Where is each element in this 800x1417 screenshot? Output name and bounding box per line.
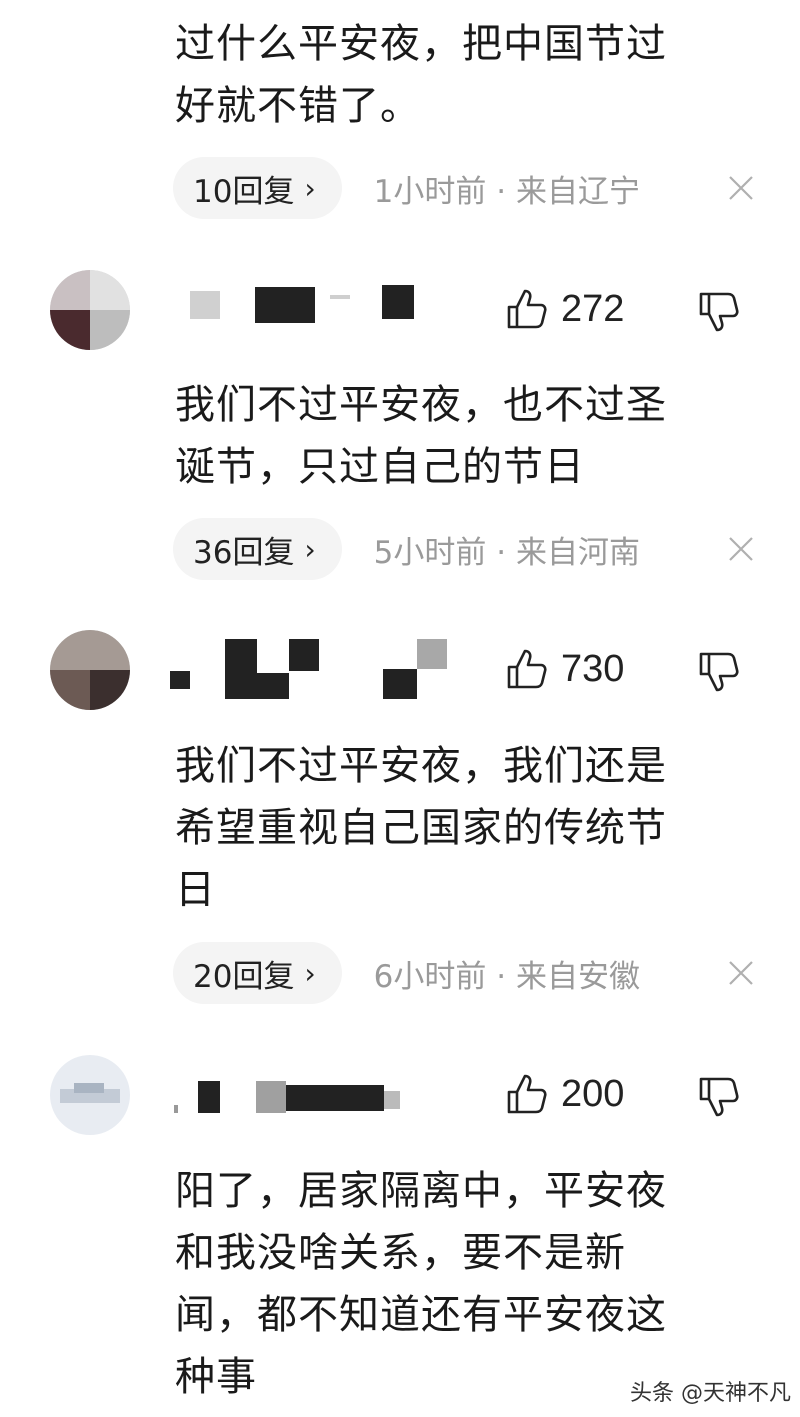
chevron-right-icon: › xyxy=(304,532,316,566)
like-count: 730 xyxy=(561,647,625,690)
chevron-right-icon: › xyxy=(304,956,316,990)
comment-line: 和我没啥关系，要不是新 xyxy=(175,1230,626,1276)
thumbs-up-icon xyxy=(507,1074,547,1114)
close-icon[interactable] xyxy=(727,535,755,563)
like-button[interactable]: 200 xyxy=(505,1072,624,1116)
comment-meta: 20回复 › 6小时前 · 来自安徽 xyxy=(173,942,640,1004)
comment-text: 阳了，居家隔离中，平安夜 和我没啥关系，要不是新 闻，都不知道还有平安夜这 种事 xyxy=(175,1160,715,1408)
like-count: 200 xyxy=(561,1072,625,1115)
reply-button[interactable]: 10回复 › xyxy=(173,157,342,219)
comment-text: 过什么平安夜，把中国节过 好就不错了。 xyxy=(175,13,715,137)
comment-line: 诞节，只过自己的节日 xyxy=(175,444,585,490)
time-location: 5小时前 · 来自河南 xyxy=(373,534,640,571)
thumbs-up-icon xyxy=(507,649,547,689)
reply-button[interactable]: 36回复 › xyxy=(173,518,342,580)
comment-line: 我们不过平安夜，我们还是 xyxy=(175,743,667,789)
thumbs-up-icon xyxy=(507,289,547,329)
reply-count: 20回复 xyxy=(193,958,295,995)
comment-text: 我们不过平安夜，也不过圣 诞节，只过自己的节日 xyxy=(175,374,715,498)
comment-meta: 10回复 › 1小时前 · 来自辽宁 xyxy=(173,157,640,219)
username-censored[interactable] xyxy=(170,1075,410,1125)
like-count: 272 xyxy=(561,287,625,330)
avatar[interactable] xyxy=(50,1055,130,1135)
comment-text: 我们不过平安夜，我们还是 希望重视自己国家的传统节 日 xyxy=(175,735,715,921)
like-button[interactable]: 272 xyxy=(505,287,624,331)
comment-line: 日 xyxy=(175,867,216,913)
like-button[interactable]: 730 xyxy=(505,647,624,691)
comment-line: 好就不错了。 xyxy=(175,83,421,129)
comment-line: 过什么平安夜，把中国节过 xyxy=(175,21,667,67)
close-icon[interactable] xyxy=(727,959,755,987)
thumbs-down-icon[interactable] xyxy=(697,650,741,694)
comment-line: 希望重视自己国家的传统节 xyxy=(175,805,667,851)
comment-line: 阳了，居家隔离中，平安夜 xyxy=(175,1168,667,1214)
close-icon[interactable] xyxy=(727,174,755,202)
avatar[interactable] xyxy=(50,270,130,350)
reply-button[interactable]: 20回复 › xyxy=(173,942,342,1004)
reply-count: 10回复 xyxy=(193,173,295,210)
thumbs-down-icon[interactable] xyxy=(697,1075,741,1119)
comment-meta: 36回复 › 5小时前 · 来自河南 xyxy=(173,518,640,580)
thumbs-down-icon[interactable] xyxy=(697,290,741,334)
username-censored[interactable] xyxy=(170,283,430,333)
comment-line: 闻，都不知道还有平安夜这 xyxy=(175,1292,667,1338)
reply-count: 36回复 xyxy=(193,534,295,571)
time-location: 6小时前 · 来自安徽 xyxy=(373,958,640,995)
username-censored[interactable] xyxy=(170,633,460,703)
avatar[interactable] xyxy=(50,630,130,710)
watermark: 头条 @天神不凡 xyxy=(630,1381,791,1406)
time-location: 1小时前 · 来自辽宁 xyxy=(373,173,640,210)
comment-line: 我们不过平安夜，也不过圣 xyxy=(175,382,667,428)
chevron-right-icon: › xyxy=(304,171,316,205)
